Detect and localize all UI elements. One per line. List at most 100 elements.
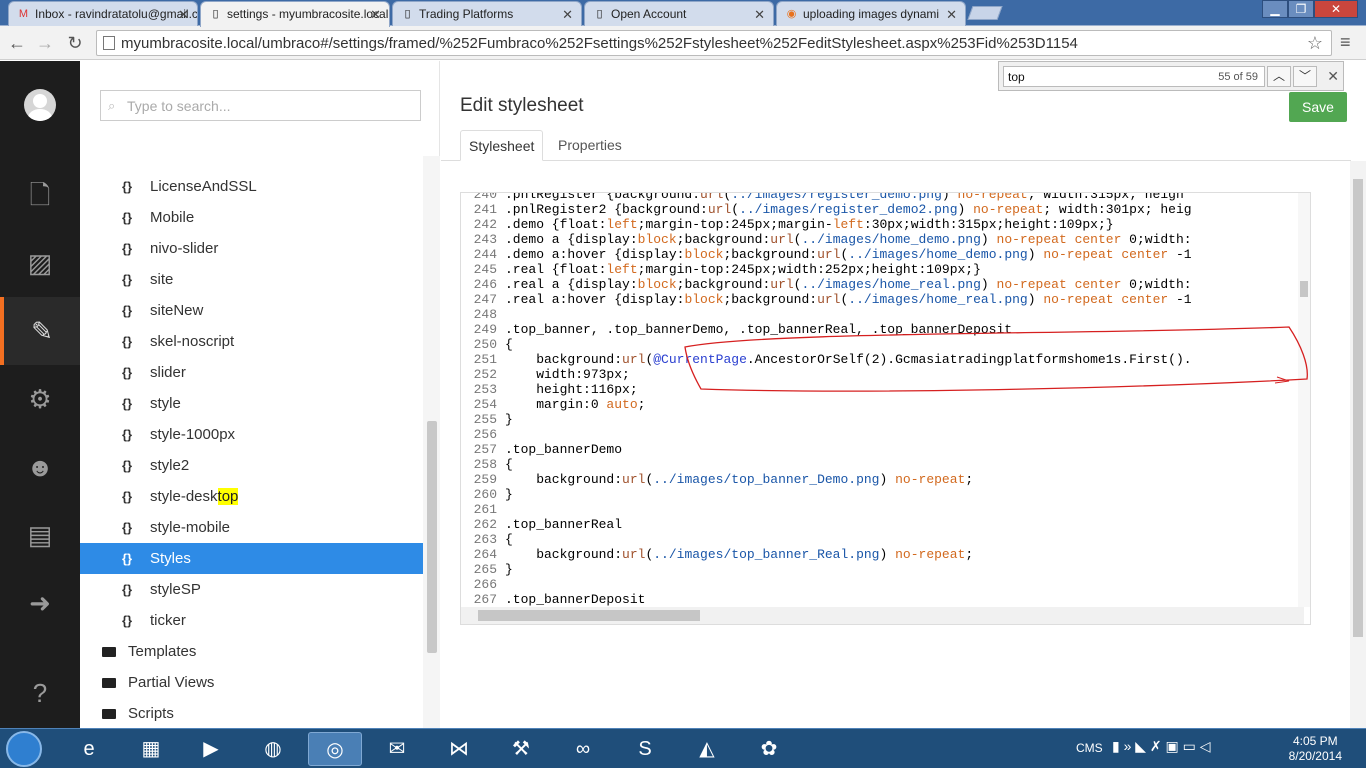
code-line[interactable]: 259 background:url(../images/top_banner_…	[461, 472, 1304, 487]
code-line[interactable]: 261	[461, 502, 1304, 517]
code-line[interactable]: 267 .top_bannerDeposit	[461, 592, 1304, 607]
tree-item-style-1000px[interactable]: {} style-1000px	[80, 419, 423, 450]
find-input[interactable]: top 55 of 59	[1003, 66, 1265, 87]
find-next-button[interactable]: ﹀	[1293, 66, 1317, 87]
close-icon[interactable]: ✕	[370, 7, 381, 23]
tree-item-partial-views[interactable]: Partial Views	[80, 667, 423, 698]
close-icon[interactable]: ✕	[754, 7, 765, 23]
help-icon[interactable]: ?	[0, 659, 80, 727]
tree-item-nivo-slider[interactable]: {} nivo-slider	[80, 233, 423, 264]
restore-button[interactable]: ❐	[1288, 0, 1314, 18]
code-line[interactable]: 246 .real a {display:block;background:url…	[461, 277, 1304, 292]
page-scrollbar[interactable]	[1350, 161, 1366, 728]
firefox-icon[interactable]: ◍	[246, 732, 300, 766]
tree-item-style-mobile[interactable]: {} style-mobile	[80, 512, 423, 543]
inkscape-icon[interactable]: ◭	[680, 732, 734, 766]
tab-trading-platforms[interactable]: ▯ Trading Platforms ✕	[392, 1, 582, 26]
ie-icon[interactable]: e	[62, 732, 116, 766]
code-line[interactable]: 260}	[461, 487, 1304, 502]
editor-hscroll-thumb[interactable]	[478, 610, 700, 621]
tab-stylesheet[interactable]: Stylesheet	[460, 130, 544, 161]
code-line[interactable]: 244 .demo a:hover {display:block;backgrou…	[461, 247, 1304, 262]
window-close-button[interactable]: ✕	[1314, 0, 1358, 18]
code-line[interactable]: 264 background:url(../images/top_banner_…	[461, 547, 1304, 562]
code-line[interactable]: 256	[461, 427, 1304, 442]
members-icon[interactable]: ▤	[0, 501, 80, 569]
tree-item-scripts[interactable]: Scripts	[80, 698, 423, 728]
tree-scrollbar[interactable]	[423, 156, 440, 728]
editor-vscrollbar[interactable]	[1298, 193, 1310, 607]
arrow-right-icon[interactable]: ➜	[0, 569, 80, 637]
tree-item-ticker[interactable]: {} ticker	[80, 605, 423, 636]
gear-icon[interactable]: ⚙	[0, 365, 80, 433]
chrome-icon[interactable]: ◎	[308, 732, 362, 766]
new-tab-button[interactable]	[967, 6, 1003, 20]
close-icon[interactable]: ✕	[562, 7, 573, 23]
tree-item-style[interactable]: {} style	[80, 388, 423, 419]
thunderbird-icon[interactable]: ✉	[370, 732, 424, 766]
code-editor[interactable]: 240 .pnlRegister {background:url(../image…	[460, 192, 1311, 625]
close-icon[interactable]: ✕	[178, 7, 189, 23]
tab-open-account[interactable]: ▯ Open Account ✕	[584, 1, 774, 26]
star-icon[interactable]: ☆	[1307, 33, 1323, 54]
tray-icons[interactable]: ▮ » ◣ ✗ ▣ ▭ ◁	[1112, 738, 1211, 755]
code-lines[interactable]: 240 .pnlRegister {background:url(../image…	[461, 193, 1304, 607]
infinity-icon[interactable]: ∞	[556, 732, 610, 766]
code-line[interactable]: 254 margin:0 auto;	[461, 397, 1304, 412]
code-line[interactable]: 262 .top_bannerReal	[461, 517, 1304, 532]
minimize-button[interactable]: ▁	[1262, 0, 1288, 18]
save-button[interactable]: Save	[1289, 92, 1347, 122]
tree-item-sitenew[interactable]: {} siteNew	[80, 295, 423, 326]
editor-vscroll-thumb[interactable]	[1300, 281, 1308, 297]
tab-uploading-images[interactable]: ◉ uploading images dynami ✕	[776, 1, 966, 26]
content-icon[interactable]: 🗋	[0, 161, 80, 229]
tree-item-site[interactable]: {} site	[80, 264, 423, 295]
code-line[interactable]: 255}	[461, 412, 1304, 427]
code-line[interactable]: 266	[461, 577, 1304, 592]
code-line[interactable]: 242 .demo {float:left;margin-top:245px;ma…	[461, 217, 1304, 232]
code-line[interactable]: 265}	[461, 562, 1304, 577]
tree-item-slider[interactable]: {} slider	[80, 357, 423, 388]
editor-hscrollbar[interactable]	[461, 607, 1304, 624]
code-line[interactable]: 263 {	[461, 532, 1304, 547]
code-line[interactable]: 247 .real a:hover {display:block;backgrou…	[461, 292, 1304, 307]
media-icon[interactable]: ▨	[0, 229, 80, 297]
tree-item-style2[interactable]: {} style2	[80, 450, 423, 481]
back-button[interactable]: ←	[6, 32, 28, 54]
visual-studio-icon[interactable]: ⋈	[432, 732, 486, 766]
start-button[interactable]	[6, 731, 42, 767]
paint-icon[interactable]: ✿	[742, 732, 796, 766]
explorer-icon[interactable]: ▦	[124, 732, 178, 766]
code-line[interactable]: 241 .pnlRegister2 {background:url(../imag…	[461, 202, 1304, 217]
tree-item-skel-noscript[interactable]: {} skel-noscript	[80, 326, 423, 357]
tree-item-templates[interactable]: Templates	[80, 636, 423, 667]
clock[interactable]: 4:05 PM 8/20/2014	[1289, 734, 1342, 764]
search-input[interactable]: ⌕ Type to search...	[100, 90, 421, 121]
tools-icon[interactable]: ⚒	[494, 732, 548, 766]
tab-properties[interactable]: Properties	[550, 130, 630, 161]
tree-item-stylesp[interactable]: {} styleSP	[80, 574, 423, 605]
code-line[interactable]: 248	[461, 307, 1304, 322]
forward-button[interactable]: →	[34, 32, 56, 54]
code-line[interactable]: 257 .top_bannerDemo	[461, 442, 1304, 457]
tree-item-licenseandssl[interactable]: {} LicenseAndSSL	[80, 171, 423, 202]
tab-settings[interactable]: ▯ settings - myumbracosite.local ✕	[200, 1, 390, 27]
find-prev-button[interactable]: ︿	[1267, 66, 1291, 87]
close-icon[interactable]: ✕	[946, 7, 957, 23]
tab-gmail[interactable]: M Inbox - ravindratatolu@gmail.com ✕	[8, 1, 198, 26]
menu-icon[interactable]: ≡	[1340, 32, 1351, 53]
tree-scroll-thumb[interactable]	[427, 421, 437, 653]
page-scroll-thumb[interactable]	[1353, 179, 1363, 637]
settings-wrench-icon[interactable]: ✎	[0, 297, 80, 365]
code-line[interactable]: 243 .demo a {display:block;background:url…	[461, 232, 1304, 247]
tree-item-style-desktop[interactable]: {} style-desktop	[80, 481, 423, 512]
user-icon[interactable]: ☻	[0, 433, 80, 501]
find-close-icon[interactable]: ✕	[1327, 68, 1339, 85]
code-line[interactable]: 258 {	[461, 457, 1304, 472]
avatar[interactable]	[24, 89, 56, 121]
skype-icon[interactable]: S	[618, 732, 672, 766]
tree-item-mobile[interactable]: {} Mobile	[80, 202, 423, 233]
tree-item-styles[interactable]: {} Styles	[80, 543, 423, 574]
address-bar[interactable]: myumbracosite.local/umbraco#/settings/fr…	[96, 30, 1332, 56]
media-player-icon[interactable]: ▶	[184, 732, 238, 766]
